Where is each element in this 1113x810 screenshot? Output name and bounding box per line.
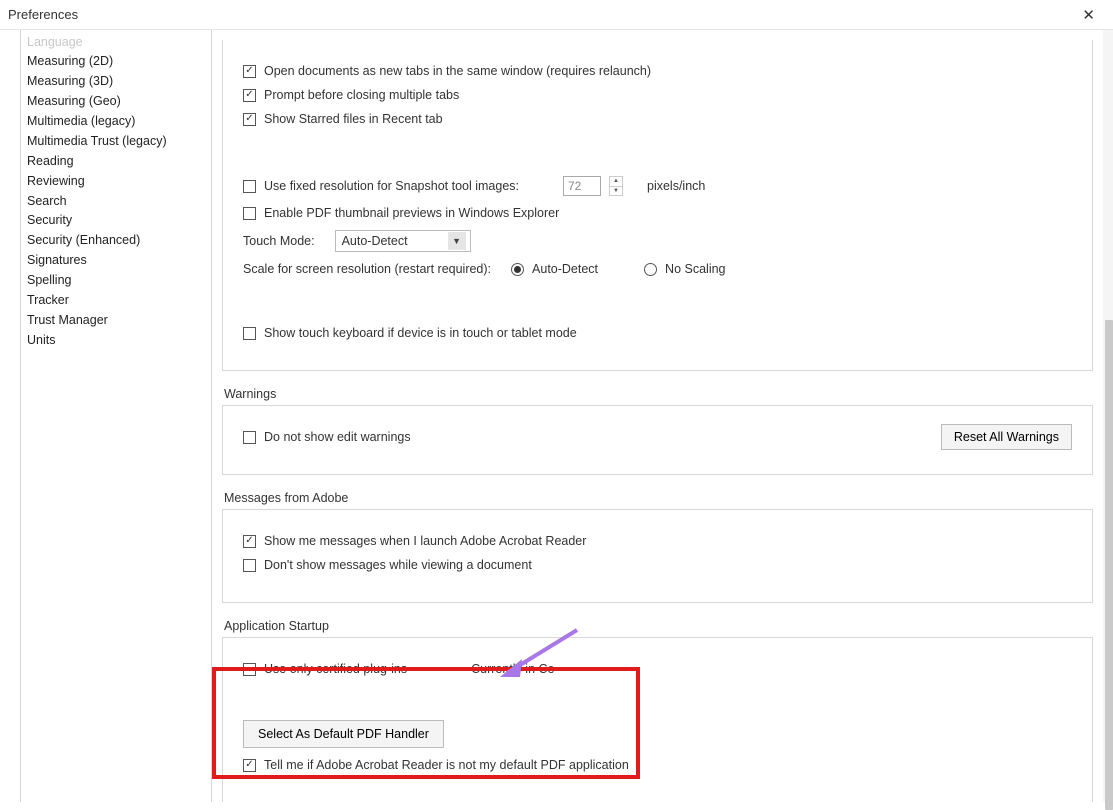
titlebar: Preferences ✕ <box>0 0 1113 30</box>
window-title: Preferences <box>8 7 78 22</box>
spinner-down-icon[interactable]: ▼ <box>610 187 622 196</box>
touch-mode-select[interactable]: Auto-Detect ▼ <box>335 230 471 252</box>
resolution-input[interactable] <box>563 176 601 196</box>
sidebar-item-units[interactable]: Units <box>21 330 211 350</box>
label-no-scaling: No Scaling <box>665 262 725 276</box>
label-tell-me-default: Tell me if Adobe Acrobat Reader is not m… <box>264 758 629 772</box>
category-sidebar: Language Measuring (2D) Measuring (3D) M… <box>20 30 212 802</box>
label-touch-mode: Touch Mode: <box>243 234 315 248</box>
label-scale-resolution: Scale for screen resolution (restart req… <box>243 262 491 276</box>
label-show-starred: Show Starred files in Recent tab <box>264 112 443 126</box>
vertical-scrollbar[interactable] <box>1103 30 1113 802</box>
radio-no-scaling[interactable] <box>644 263 657 276</box>
sidebar-item-reading[interactable]: Reading <box>21 151 211 171</box>
checkbox-dont-show-viewing[interactable] <box>243 559 256 572</box>
label-enable-thumb: Enable PDF thumbnail previews in Windows… <box>264 206 559 220</box>
radio-scale-auto[interactable] <box>511 263 524 276</box>
section-header-startup: Application Startup <box>222 615 1093 638</box>
spinner-up-icon[interactable]: ▲ <box>610 177 622 187</box>
label-fixed-resolution: Use fixed resolution for Snapshot tool i… <box>264 179 519 193</box>
checkbox-certified-plugins[interactable] <box>243 663 256 676</box>
sidebar-item-security[interactable]: Security <box>21 211 211 231</box>
label-resolution-unit: pixels/inch <box>647 179 705 193</box>
sidebar-item-measuring-geo[interactable]: Measuring (Geo) <box>21 92 211 112</box>
touch-mode-value: Auto-Detect <box>342 234 408 248</box>
sidebar-item-multimedia-trust[interactable]: Multimedia Trust (legacy) <box>21 131 211 151</box>
sidebar-item-signatures[interactable]: Signatures <box>21 251 211 271</box>
sidebar-item-multimedia-legacy[interactable]: Multimedia (legacy) <box>21 112 211 132</box>
label-no-edit-warnings: Do not show edit warnings <box>264 430 411 444</box>
label-show-launch-messages: Show me messages when I launch Adobe Acr… <box>264 534 586 548</box>
checkbox-tell-me-default[interactable] <box>243 759 256 772</box>
label-currently-in: Currently in Ce <box>471 662 554 676</box>
sidebar-item-language[interactable]: Language <box>21 32 211 52</box>
checkbox-fixed-resolution[interactable] <box>243 180 256 193</box>
sidebar-item-tracker[interactable]: Tracker <box>21 290 211 310</box>
main-panel: Open documents as new tabs in the same w… <box>212 30 1113 802</box>
startup-panel: Use only certified plug-ins Currently in… <box>222 638 1093 802</box>
label-scale-auto: Auto-Detect <box>532 262 598 276</box>
sidebar-item-reviewing[interactable]: Reviewing <box>21 171 211 191</box>
resolution-spinner[interactable]: ▲ ▼ <box>609 176 623 196</box>
reset-warnings-button[interactable]: Reset All Warnings <box>941 424 1072 450</box>
section-header-warnings: Warnings <box>222 383 1093 406</box>
label-open-new-tabs: Open documents as new tabs in the same w… <box>264 64 651 78</box>
checkbox-show-starred[interactable] <box>243 113 256 126</box>
checkbox-no-edit-warnings[interactable] <box>243 431 256 444</box>
sidebar-item-search[interactable]: Search <box>21 191 211 211</box>
messages-panel: Show me messages when I launch Adobe Acr… <box>222 510 1093 603</box>
sidebar-item-trust-manager[interactable]: Trust Manager <box>21 310 211 330</box>
sidebar-item-spelling[interactable]: Spelling <box>21 271 211 291</box>
dropdown-caret-icon: ▼ <box>448 232 466 250</box>
label-prompt-close-tabs: Prompt before closing multiple tabs <box>264 88 459 102</box>
checkbox-prompt-close-tabs[interactable] <box>243 89 256 102</box>
basic-tools-panel: Open documents as new tabs in the same w… <box>222 40 1093 371</box>
label-certified-plugins: Use only certified plug-ins <box>264 662 407 676</box>
sidebar-item-measuring-2d[interactable]: Measuring (2D) <box>21 52 211 72</box>
checkbox-enable-thumb[interactable] <box>243 207 256 220</box>
label-touch-keyboard: Show touch keyboard if device is in touc… <box>264 326 577 340</box>
checkbox-show-launch-messages[interactable] <box>243 535 256 548</box>
checkbox-open-new-tabs[interactable] <box>243 65 256 78</box>
close-icon[interactable]: ✕ <box>1074 2 1103 28</box>
sidebar-item-security-enhanced[interactable]: Security (Enhanced) <box>21 231 211 251</box>
select-default-pdf-button[interactable]: Select As Default PDF Handler <box>243 720 444 748</box>
checkbox-touch-keyboard[interactable] <box>243 327 256 340</box>
scrollbar-thumb[interactable] <box>1105 320 1113 810</box>
label-dont-show-viewing: Don't show messages while viewing a docu… <box>264 558 532 572</box>
section-header-messages: Messages from Adobe <box>222 487 1093 510</box>
sidebar-item-measuring-3d[interactable]: Measuring (3D) <box>21 72 211 92</box>
warnings-panel: Reset All Warnings Do not show edit warn… <box>222 406 1093 475</box>
